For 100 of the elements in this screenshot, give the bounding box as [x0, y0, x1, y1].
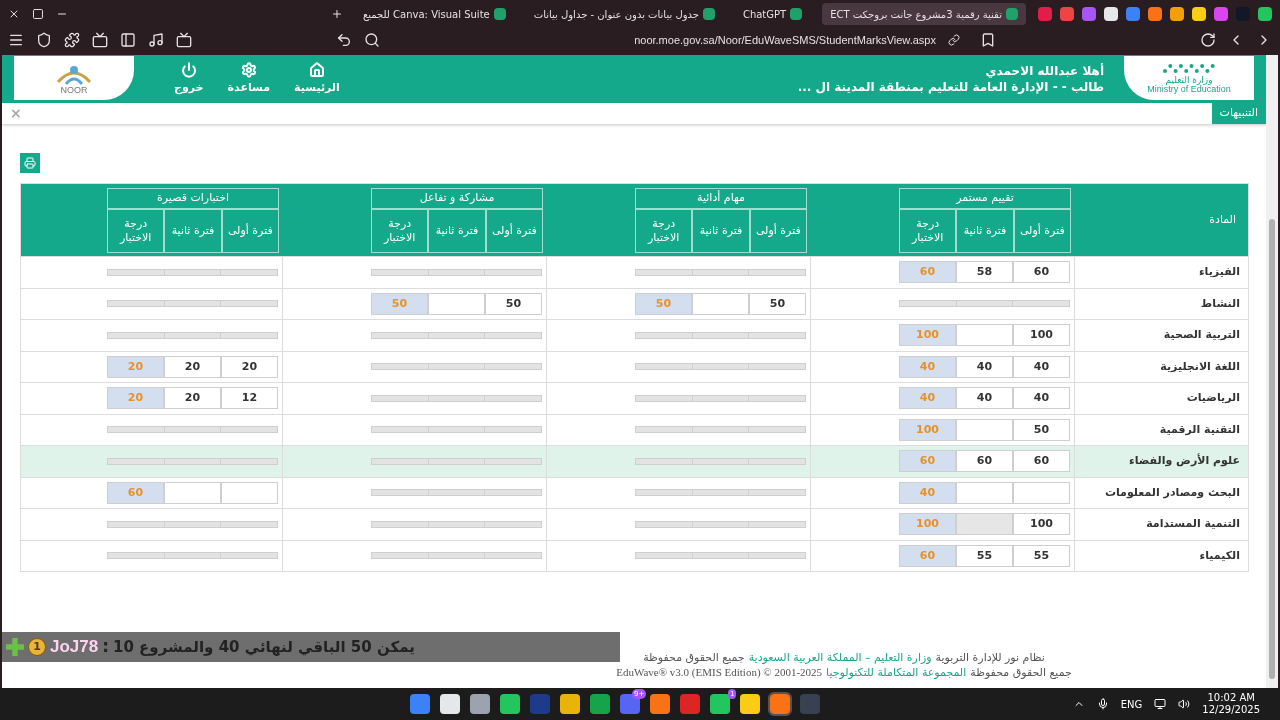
url-field[interactable]: noor.moe.gov.sa/Noor/EduWaveSMS/StudentMarksView.aspx [634, 31, 936, 49]
logo-text: NOOR [60, 85, 88, 95]
ministry-name-english: Ministry of Education [1147, 85, 1231, 94]
mark-cell [692, 292, 749, 315]
language-indicator[interactable]: ENG [1120, 696, 1143, 712]
browser-tab[interactable]: Canva: Visual Suite للجميع [355, 3, 514, 25]
new-tab-icon[interactable] [331, 8, 343, 20]
subject-name: الفيزياء [1198, 264, 1240, 280]
pinned-site-icon[interactable] [1258, 7, 1272, 21]
browser-tab[interactable]: ChatGPT [734, 3, 811, 25]
maximize-icon[interactable] [31, 8, 44, 20]
subject-name: الكيمياء [1199, 547, 1240, 564]
screen-icon[interactable] [92, 32, 108, 48]
mark-cell: 20 [164, 355, 221, 378]
music-icon[interactable] [148, 32, 164, 48]
subject-name: النشاط [1200, 295, 1240, 312]
scrollbar[interactable] [1266, 55, 1278, 688]
close-icon[interactable] [8, 8, 20, 20]
column-header: درجة الاختبار [107, 209, 165, 253]
volume-icon[interactable] [1178, 698, 1191, 710]
link-icon[interactable] [948, 34, 960, 46]
bookmark-icon[interactable] [980, 32, 996, 48]
taskbar-app-icon[interactable] [710, 694, 731, 714]
mark-cell: 58 [956, 261, 1013, 284]
mark-cell: 50 [371, 292, 428, 315]
browser-tab[interactable]: تقنية رقمية 3مشروع جانت بروجكت ECT [822, 3, 1026, 25]
mark-cell: 40 [1013, 355, 1070, 378]
mark-cell: 50 [1013, 418, 1070, 441]
power-icon [180, 61, 197, 78]
group-header: اختبارات قصيرة [107, 188, 279, 209]
chat-separator: : [102, 635, 109, 659]
pinned-site-icon[interactable] [1060, 7, 1074, 21]
column-header: فترة ثانية [956, 209, 1014, 253]
home-icon [308, 61, 325, 78]
column-header: درجة الاختبار [371, 209, 429, 253]
column-header: درجة الاختبار [635, 209, 693, 253]
subject-name: التربية الصحية [1163, 327, 1240, 343]
user-role: طالب - - الإدارة العامة للتعليم بمنطقة المدينة ال ... [797, 79, 1104, 95]
mark-cell [956, 418, 1013, 441]
mark-cell [1013, 481, 1070, 504]
display-icon[interactable] [1154, 698, 1167, 710]
chat-message: يمكن 50 الباقي لنهائي 40 والمشروع 10 [113, 636, 415, 658]
footer-text: EduWave® v3.0 (EMIS Edition) © 2001-2025 [616, 665, 823, 680]
pinned-site-icon[interactable] [1126, 7, 1140, 21]
column-header: المادة [1209, 211, 1236, 228]
sidebar-icon[interactable] [120, 32, 136, 48]
mark-cell [956, 481, 1013, 504]
column-header: درجة الاختبار [899, 209, 957, 253]
chat-username: JoJ78 [50, 636, 99, 659]
pinned-site-icon[interactable] [1038, 7, 1052, 21]
pinned-site-icon[interactable] [1104, 7, 1118, 21]
subject-name: اللغة الانجليزية [1160, 358, 1240, 375]
mark-cell: 40 [956, 355, 1013, 378]
mark-cell: 100 [899, 324, 956, 347]
clock-time[interactable]: 10:02 AM [1207, 692, 1255, 704]
column-header: فترة ثانية [164, 209, 222, 253]
pinned-site-icon[interactable] [1192, 7, 1206, 21]
chat-badge: 1 [28, 638, 46, 656]
column-header: فترة أولى [221, 209, 279, 253]
tv-icon[interactable] [176, 32, 192, 48]
reload-icon[interactable] [1200, 32, 1216, 48]
browser-tab[interactable]: جدول بيانات بدون عنوان - جداول بيانات [525, 3, 723, 25]
footer-text: نظام نور للإدارة التربوية [935, 650, 1045, 665]
taskbar-app-icon[interactable] [740, 694, 761, 714]
mark-cell [221, 481, 278, 504]
shield-icon[interactable] [36, 32, 52, 48]
taskbar-app-icon[interactable] [440, 694, 461, 714]
pinned-site-icon[interactable] [1082, 7, 1096, 21]
undo-icon[interactable] [336, 32, 352, 48]
puzzle-icon[interactable] [64, 32, 80, 48]
mark-cell: 20 [221, 355, 278, 378]
mark-cell: 50 [635, 292, 692, 315]
column-header: فترة أولى [749, 209, 807, 253]
clock-date[interactable]: 12/29/2025 [1202, 704, 1260, 716]
mark-cell: 12 [221, 387, 278, 410]
gear-icon [240, 61, 257, 78]
group-header: مهام أدائية [635, 188, 807, 209]
column-header: فترة ثانية [428, 209, 486, 253]
mark-cell [428, 292, 485, 315]
mark-cell: 60 [107, 481, 164, 504]
menu-icon[interactable] [8, 32, 24, 48]
mark-cell: 20 [107, 355, 164, 378]
print-button[interactable] [20, 153, 40, 173]
pinned-site-icon[interactable] [1214, 7, 1228, 21]
taskbar-app-icon[interactable] [500, 694, 521, 714]
mark-cell: 60 [899, 544, 956, 567]
mark-cell: 50 [485, 292, 542, 315]
pinned-site-icon[interactable] [1148, 7, 1162, 21]
mark-cell: 40 [899, 481, 956, 504]
taskbar-app-icon[interactable] [650, 694, 671, 714]
subject-name: علوم الأرض والفضاء [1129, 453, 1240, 469]
taskbar-app-icon[interactable] [470, 694, 491, 714]
mark-cell [956, 324, 1013, 347]
microphone-icon[interactable] [1096, 698, 1109, 710]
pinned-site-icon[interactable] [1170, 7, 1184, 21]
mark-cell: 40 [956, 387, 1013, 410]
subject-name: التقنية الرقمية [1159, 421, 1240, 438]
search-icon[interactable] [364, 32, 380, 48]
mark-cell: 100 [1013, 324, 1070, 347]
taskbar-app-icon[interactable] [560, 694, 581, 714]
